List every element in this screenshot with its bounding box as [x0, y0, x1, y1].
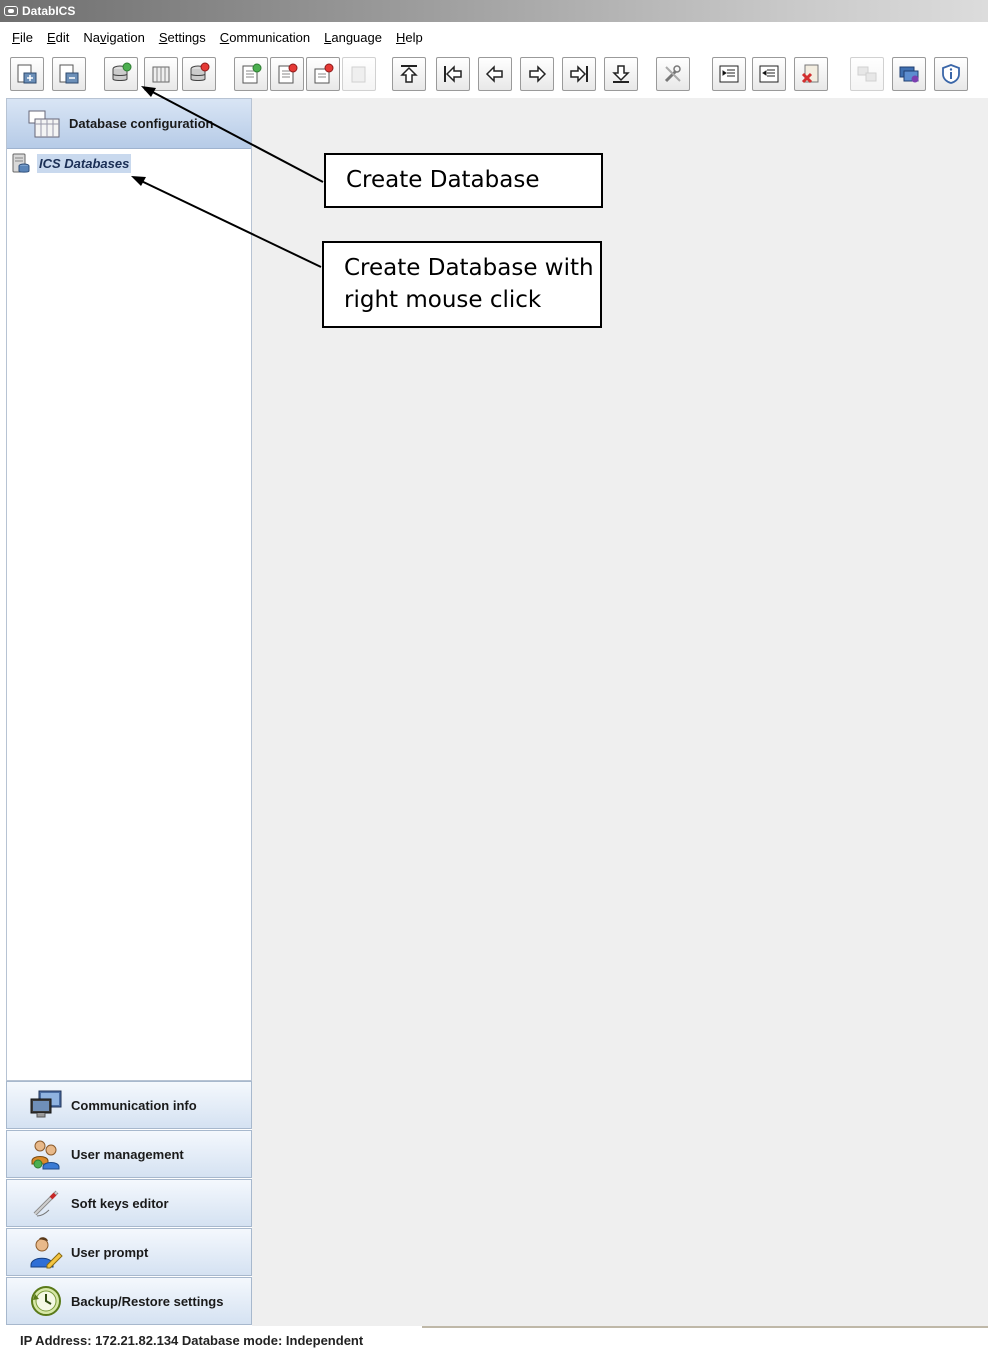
- last-record-icon: [612, 65, 630, 83]
- menu-help[interactable]: Help: [396, 30, 423, 45]
- menu-navigation[interactable]: Navigation: [83, 30, 144, 45]
- nav-communication-info[interactable]: Communication info: [6, 1081, 252, 1129]
- nav-user-management[interactable]: User management: [6, 1130, 252, 1178]
- callout-right-click-line1: Create Database with: [344, 255, 594, 281]
- nav-user-prompt[interactable]: User prompt: [6, 1228, 252, 1276]
- previous-page-icon: [444, 65, 462, 83]
- outdent-button[interactable]: [752, 57, 786, 91]
- remove-file-button[interactable]: [794, 57, 828, 91]
- tools-icon: [664, 65, 681, 83]
- edit-record-icon: [314, 63, 334, 84]
- next-page-button[interactable]: [562, 57, 596, 91]
- tree-node-ics-databases[interactable]: ICS Databases: [11, 152, 132, 174]
- next-record-button[interactable]: [520, 57, 554, 91]
- import-button[interactable]: [10, 57, 44, 91]
- status-divider: [422, 1326, 988, 1328]
- menu-file[interactable]: File: [12, 30, 33, 45]
- previous-record-button[interactable]: [478, 57, 512, 91]
- copy-record-button[interactable]: [342, 57, 376, 91]
- menu-edit-mnemonic: E: [46, 29, 56, 45]
- menu-communication[interactable]: Communication: [220, 30, 310, 45]
- callout-create-database-right-click: Create Database with right mouse click: [322, 241, 602, 328]
- menu-edit-rest: dit: [55, 29, 70, 45]
- copy-record-icon: [351, 66, 366, 83]
- network-button[interactable]: [850, 57, 884, 91]
- database-server-icon: [12, 153, 30, 173]
- window-title: DatabICS: [22, 4, 76, 18]
- menu-navigation-pre: Na: [83, 29, 100, 45]
- menu-file-rest: ile: [19, 29, 33, 45]
- sidebar-header-label: Database configuration: [69, 116, 214, 131]
- edit-database-icon: [152, 66, 170, 83]
- computer-network-icon: [30, 1090, 62, 1118]
- create-database-button[interactable]: [104, 57, 138, 91]
- import-icon: [17, 64, 37, 84]
- menu-communication-rest: ommunication: [229, 29, 311, 45]
- info-button[interactable]: [934, 57, 968, 91]
- callout-create-database-text: Create Database: [346, 167, 540, 193]
- menu-settings-rest: ettings: [167, 29, 206, 45]
- menu-language-rest: anguage: [331, 29, 382, 45]
- edit-database-button[interactable]: [144, 57, 178, 91]
- next-page-icon: [570, 65, 588, 83]
- menu-communication-mnemonic: C: [219, 29, 230, 45]
- menu-navigation-rest: igation: [106, 29, 145, 45]
- edit-record-button[interactable]: [306, 57, 340, 91]
- menu-help-rest: elp: [405, 29, 423, 45]
- nav-soft-keys-editor[interactable]: Soft keys editor: [6, 1179, 252, 1227]
- first-record-icon: [400, 65, 418, 83]
- menu-edit[interactable]: Edit: [47, 30, 69, 45]
- nav-backup-restore-settings[interactable]: Backup/Restore settings: [6, 1277, 252, 1325]
- menu-settings[interactable]: Settings: [159, 30, 206, 45]
- users-icon: [31, 1140, 60, 1170]
- first-record-button[interactable]: [392, 57, 426, 91]
- status-bar: IP Address: 172.21.82.134 Database mode:…: [0, 1326, 988, 1351]
- callout-create-database: Create Database: [324, 153, 603, 208]
- export-button[interactable]: [52, 57, 86, 91]
- next-record-icon: [529, 65, 547, 83]
- monitor-button[interactable]: [892, 57, 926, 91]
- info-shield-icon: [942, 64, 960, 84]
- tools-button[interactable]: [656, 57, 690, 91]
- nav-communication-info-label: Communication info: [71, 1097, 197, 1113]
- delete-database-button[interactable]: [182, 57, 216, 91]
- nav-user-management-label: User management: [71, 1146, 184, 1162]
- menu-bar: File Edit Navigation Settings Communicat…: [0, 26, 988, 48]
- create-database-icon: [112, 62, 132, 81]
- menu-file-mnemonic: F: [12, 29, 20, 45]
- menu-language[interactable]: Language: [324, 30, 382, 45]
- export-icon: [59, 64, 79, 84]
- delete-database-icon: [190, 62, 210, 81]
- previous-record-icon: [485, 65, 503, 83]
- monitor-icon: [899, 66, 919, 83]
- toolbar: [0, 54, 988, 96]
- tree-node-label: ICS Databases: [37, 153, 132, 173]
- menu-help-mnemonic: H: [395, 29, 406, 45]
- indent-icon: [719, 65, 739, 83]
- nav-user-prompt-label: User prompt: [71, 1244, 149, 1260]
- new-record-icon: [242, 63, 262, 84]
- window-title-bar: DatabICS: [0, 0, 988, 22]
- delete-record-button[interactable]: [270, 57, 304, 91]
- new-record-button[interactable]: [234, 57, 268, 91]
- last-record-button[interactable]: [604, 57, 638, 91]
- network-icon: [857, 66, 877, 82]
- status-text: IP Address: 172.21.82.134 Database mode:…: [20, 1333, 364, 1348]
- app-icon: [4, 6, 18, 16]
- user-edit-icon: [30, 1237, 63, 1269]
- indent-button[interactable]: [712, 57, 746, 91]
- previous-page-button[interactable]: [436, 57, 470, 91]
- nav-backup-restore-settings-label: Backup/Restore settings: [71, 1293, 224, 1309]
- database-configuration-icon: [28, 110, 60, 137]
- pen-icon: [33, 1190, 59, 1217]
- outdent-icon: [759, 65, 779, 83]
- remove-file-icon: [801, 64, 819, 84]
- sidebar-header-database-configuration[interactable]: Database configuration: [7, 99, 251, 149]
- clock-restore-icon: [31, 1286, 61, 1316]
- delete-record-icon: [278, 63, 298, 84]
- callout-right-click-line2: right mouse click: [344, 287, 542, 313]
- sidebar-panel: Database configuration ICS Databases: [6, 98, 252, 1081]
- nav-soft-keys-editor-label: Soft keys editor: [71, 1195, 169, 1211]
